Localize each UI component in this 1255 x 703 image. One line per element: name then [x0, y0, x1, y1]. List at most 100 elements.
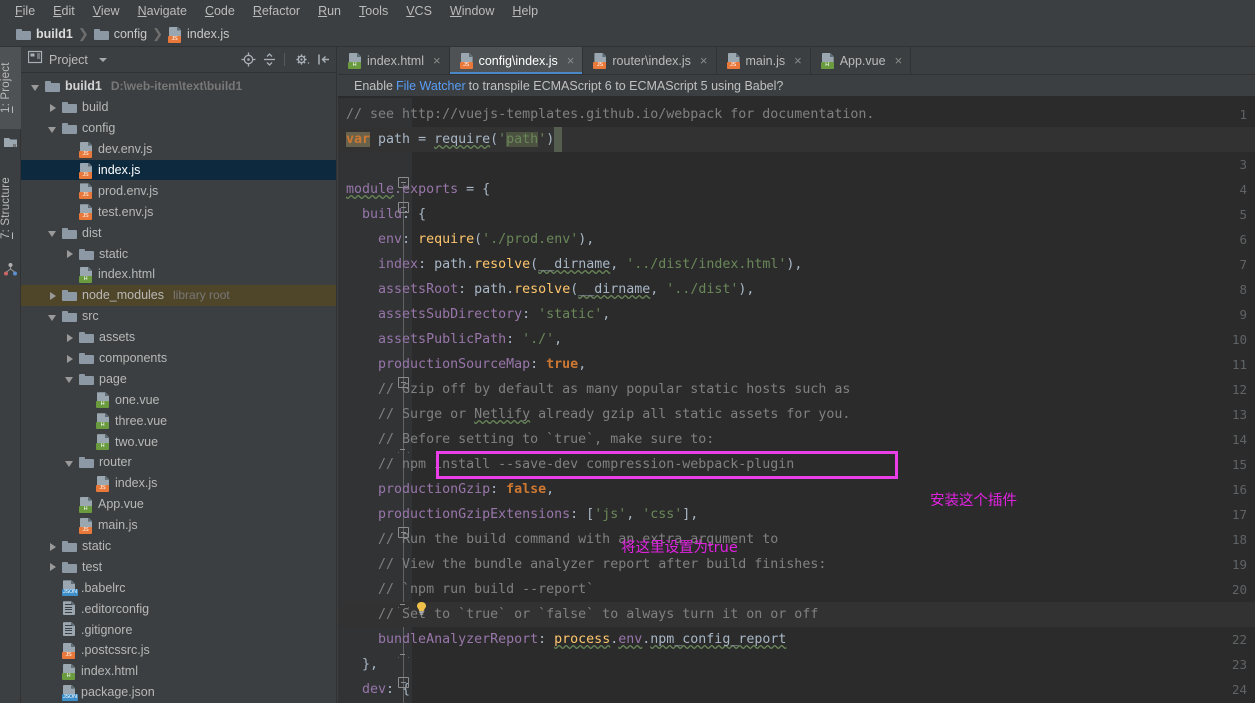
tree-item-static[interactable]: static	[21, 243, 336, 264]
menu-item-edit[interactable]: Edit	[44, 1, 84, 21]
tree-item-index-js[interactable]: JS index.js	[21, 159, 336, 181]
tree-item-package-json[interactable]: JSON package.json	[21, 682, 336, 703]
editor-tab-router-index-js[interactable]: JS router\index.js ×	[583, 47, 717, 74]
chevron-right-icon[interactable]	[46, 560, 59, 573]
chevron-right-icon[interactable]	[63, 331, 76, 344]
chevron-down-icon[interactable]	[98, 57, 107, 62]
menu-item-run[interactable]: Run	[309, 1, 350, 21]
menu-item-window[interactable]: Window	[441, 1, 503, 21]
menu-item-help[interactable]: Help	[503, 1, 547, 21]
chevron-down-icon[interactable]	[46, 122, 59, 135]
collapse-all-icon[interactable]	[261, 51, 278, 68]
tree-item-node_modules[interactable]: node_modules library root	[21, 284, 336, 306]
code-line[interactable]: assetsSubDirectory: 'static',	[346, 302, 610, 327]
tree-item-page[interactable]: page	[21, 368, 336, 389]
tree-item-router[interactable]: router	[21, 452, 336, 473]
code-line[interactable]: // see http://vuejs-templates.github.io/…	[346, 102, 874, 127]
code-line[interactable]: assetsRoot: path.resolve(__dirname, '../…	[346, 277, 754, 302]
close-icon[interactable]: ×	[895, 54, 903, 67]
tree-item-static[interactable]: static	[21, 536, 336, 557]
tool-button-structure[interactable]: 7: Structure	[0, 159, 21, 257]
code-line[interactable]: },	[346, 652, 378, 677]
fold-marker-line-12[interactable]	[398, 377, 409, 388]
breadcrumb-item-config[interactable]: config	[93, 27, 147, 41]
chevron-right-icon[interactable]	[63, 352, 76, 365]
tree-item--gitignore[interactable]: .gitignore	[21, 619, 336, 640]
menu-item-tools[interactable]: Tools	[350, 1, 397, 21]
tree-item-assets[interactable]: assets	[21, 327, 336, 348]
code-line[interactable]: module.exports = {	[346, 177, 490, 202]
chevron-right-icon[interactable]	[46, 101, 59, 114]
close-icon[interactable]: ×	[567, 54, 575, 67]
chevron-down-icon[interactable]	[63, 456, 76, 469]
menu-item-refactor[interactable]: Refactor	[244, 1, 309, 21]
fold-marker-line-4[interactable]	[398, 177, 409, 188]
tree-item--postcssrc-js[interactable]: JS .postcssrc.js	[21, 640, 336, 661]
code-line[interactable]: productionGzip: false,	[346, 477, 554, 502]
code-line[interactable]	[346, 152, 354, 177]
tree-item-index-html[interactable]: Hindex.html	[21, 264, 336, 285]
code-line[interactable]: index: path.resolve(__dirname, '../dist/…	[346, 252, 802, 277]
tree-item-app-vue[interactable]: H App.vue	[21, 494, 336, 515]
code-line[interactable]: build: {	[346, 202, 426, 227]
tree-item-config[interactable]: config	[21, 118, 336, 139]
tree-item-one-vue[interactable]: Hone.vue	[21, 389, 336, 410]
editor-tab-app-vue[interactable]: H App.vue ×	[811, 47, 912, 74]
tree-item-src[interactable]: src	[21, 306, 336, 327]
tree-item-main-js[interactable]: JS main.js	[21, 515, 336, 536]
locate-icon[interactable]	[240, 51, 257, 68]
fold-marker-line-15[interactable]	[398, 447, 409, 458]
code-line[interactable]: // View the bundle analyzer report after…	[346, 552, 826, 577]
tree-item-build1[interactable]: build1 D:\web-item\text\build1	[21, 76, 336, 97]
code-editor[interactable]: 123456789101112131415161718192021222324 …	[338, 98, 1255, 703]
tree-item-test[interactable]: test	[21, 556, 336, 577]
intention-bulb-icon[interactable]	[415, 601, 428, 616]
fold-marker-line-18[interactable]	[398, 527, 409, 538]
tree-item-dev-env-js[interactable]: JS dev.env.js	[21, 139, 336, 160]
chevron-down-icon[interactable]	[63, 372, 76, 385]
menu-item-file[interactable]: File	[6, 1, 44, 21]
editor-tab-index-html[interactable]: Hindex.html ×	[338, 47, 450, 74]
tool-button-project[interactable]: 1: Project	[0, 47, 21, 129]
chevron-right-icon[interactable]	[46, 540, 59, 553]
chevron-down-icon[interactable]	[29, 80, 42, 93]
project-tree[interactable]: build1 D:\web-item\text\build1 build config…	[21, 74, 336, 703]
tree-item-build[interactable]: build	[21, 97, 336, 118]
breadcrumb-item-index-js[interactable]: JS index.js	[167, 26, 229, 43]
hide-icon[interactable]	[315, 51, 332, 68]
fold-marker-line-5[interactable]	[398, 202, 409, 213]
close-icon[interactable]: ×	[794, 54, 802, 67]
tree-item-dist[interactable]: dist	[21, 222, 336, 243]
tree-item-index-html[interactable]: Hindex.html	[21, 661, 336, 682]
tree-item-components[interactable]: components	[21, 348, 336, 369]
code-line[interactable]: productionSourceMap: true,	[346, 352, 586, 377]
tree-item-prod-env-js[interactable]: JS prod.env.js	[21, 180, 336, 201]
code-line[interactable]: // npm install --save-dev compression-we…	[346, 452, 794, 477]
tree-item--babelrc[interactable]: JSON .babelrc	[21, 577, 336, 598]
close-icon[interactable]: ×	[700, 54, 708, 67]
close-icon[interactable]: ×	[433, 54, 441, 67]
editor-tab-main-js[interactable]: JS main.js ×	[717, 47, 811, 74]
chevron-right-icon[interactable]	[46, 289, 59, 302]
menu-item-navigate[interactable]: Navigate	[129, 1, 196, 21]
code-line[interactable]: var path = require('path')	[346, 127, 563, 152]
chevron-down-icon[interactable]	[46, 226, 59, 239]
tree-item-index-js[interactable]: JS index.js	[21, 473, 336, 494]
code-line[interactable]: assetsPublicPath: './',	[346, 327, 562, 352]
menu-item-code[interactable]: Code	[196, 1, 244, 21]
gear-icon[interactable]	[294, 51, 311, 68]
code-line[interactable]: // `npm run build --report`	[346, 577, 594, 602]
chevron-down-icon[interactable]	[46, 310, 59, 323]
tree-item-three-vue[interactable]: Hthree.vue	[21, 410, 336, 431]
chevron-right-icon[interactable]	[63, 247, 76, 260]
fold-marker-line-21[interactable]	[398, 602, 409, 613]
code-line[interactable]: // Surge or Netlify already gzip all sta…	[346, 402, 850, 427]
tree-item-two-vue[interactable]: Htwo.vue	[21, 431, 336, 452]
editor-tab-config-index-js[interactable]: JS config\index.js ×	[449, 47, 584, 74]
code-line[interactable]: productionGzipExtensions: ['js', 'css'],	[346, 502, 698, 527]
tree-item--editorconfig[interactable]: .editorconfig	[21, 598, 336, 619]
breadcrumb-item-build1[interactable]: build1	[16, 27, 73, 41]
tree-item-test-env-js[interactable]: JS test.env.js	[21, 201, 336, 222]
menu-item-vcs[interactable]: VCS	[397, 1, 441, 21]
code-line[interactable]: env: require('./prod.env'),	[346, 227, 594, 252]
